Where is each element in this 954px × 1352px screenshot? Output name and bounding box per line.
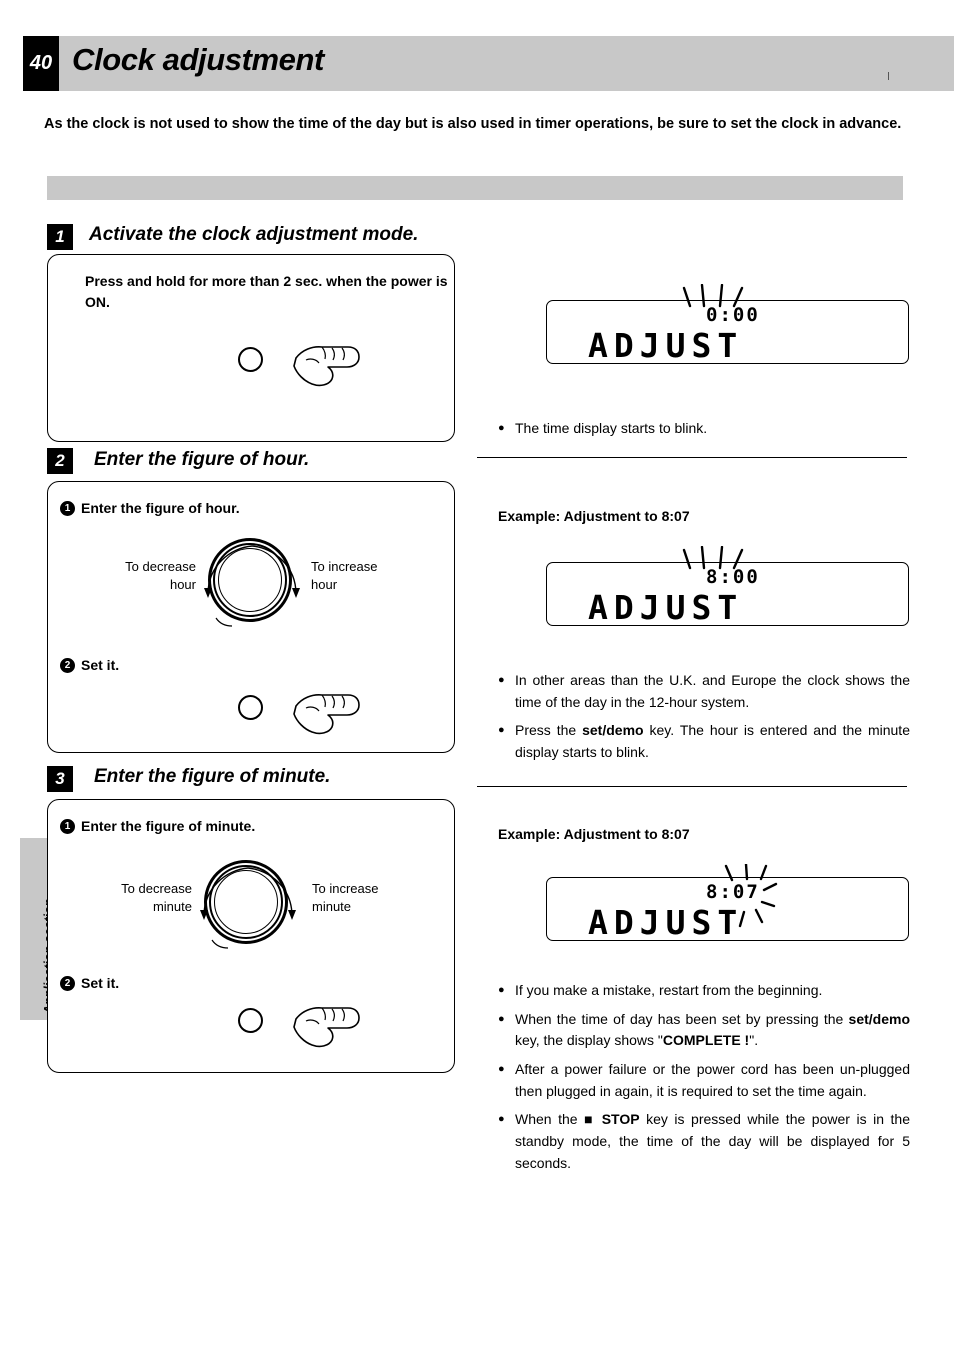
step-1-instruction: Press and hold for more than 2 sec. when…	[85, 273, 448, 310]
step-1-number: 1	[47, 224, 73, 250]
step-2-notes: ● In other areas than the U.K. and Europ…	[498, 670, 910, 767]
substep-1-label: Enter the figure of hour.	[81, 500, 240, 516]
page-number: 40	[29, 52, 53, 74]
step-1-notes: ● The time display starts to blink.	[498, 418, 910, 443]
step-2-example-label: Example: Adjustment to 8:07	[498, 508, 690, 524]
substep-marker-2: 2	[60, 657, 75, 673]
note-item: ● The time display starts to blink.	[498, 418, 910, 440]
note-item: ● When the time of day has been set by p…	[498, 1009, 910, 1052]
set-demo-key-icon[interactable]	[238, 347, 263, 372]
note-item: ● In other areas than the U.K. and Europ…	[498, 670, 910, 713]
knob-increase-hour-label: To increase hour	[311, 559, 378, 592]
substep-marker-1: 1	[60, 500, 75, 516]
knob-rotation-arrows-2	[186, 540, 318, 637]
step-2-adjust-text: ADJUST	[588, 588, 744, 627]
note-text: When the ■ STOP key is pressed while the…	[515, 1111, 910, 1171]
step-2-title: Enter the figure of hour.	[94, 449, 310, 470]
substep-1-label: Enter the figure of minute.	[81, 818, 256, 834]
step-3-title: Enter the figure of minute.	[94, 766, 331, 787]
note-item: ● When the ■ STOP key is pressed while t…	[498, 1109, 910, 1174]
step-1-title: Activate the clock adjustment mode.	[89, 224, 419, 245]
bullet-dot-icon: ●	[498, 674, 505, 686]
note-text: After a power failure or the power cord …	[515, 1061, 910, 1099]
step-2-substep-1: 1 Enter the figure of hour.	[60, 500, 240, 516]
bullet-dot-icon: ●	[498, 1063, 505, 1076]
bullet-dot-icon: ●	[498, 984, 505, 996]
note-text: Press the set/demo key. The hour is ente…	[515, 722, 910, 761]
step-3-substep-1: 1 Enter the figure of minute.	[60, 818, 255, 834]
bullet-dot-icon: ●	[498, 1113, 505, 1126]
step-2-number: 2	[47, 448, 73, 474]
knob-decrease-minute-label: To decrease minute	[121, 881, 192, 914]
pointing-hand-icon	[292, 340, 362, 395]
note-text: When the time of day has been set by pre…	[515, 1010, 910, 1049]
note-text: In other areas than the U.K. and Europe …	[515, 672, 910, 710]
page-title: Clock adjustment	[72, 42, 324, 77]
step-1-time-value: 0:00	[706, 304, 760, 326]
section-divider-band	[47, 176, 903, 200]
set-demo-key-icon-2[interactable]	[238, 695, 263, 720]
step-3-number: 3	[47, 766, 73, 792]
note-text: If you make a mistake, restart from the …	[515, 982, 823, 998]
bullet-dot-icon: ●	[498, 422, 505, 434]
step-3-substep-2: 2 Set it.	[60, 975, 119, 991]
knob-decrease-hour-label: To decrease hour	[125, 559, 196, 592]
substep-marker-2: 2	[60, 975, 75, 991]
header-tick-mark	[888, 72, 889, 80]
substep-marker-1: 1	[60, 818, 75, 834]
step-1-adjust-text: ADJUST	[588, 326, 744, 365]
knob-rotation-arrows-3	[182, 862, 314, 959]
knob-increase-minute-label: To increase minute	[312, 881, 379, 914]
note-item: ● After a power failure or the power cor…	[498, 1059, 910, 1102]
step-2-time-value: 8:00	[706, 566, 760, 588]
bullet-dot-icon: ●	[498, 724, 505, 737]
pointing-hand-icon-3	[292, 1001, 362, 1056]
intro-paragraph: As the clock is not used to show the tim…	[44, 116, 902, 132]
step-3-adjust-text: ADJUST	[588, 903, 744, 942]
bullet-dot-icon: ●	[498, 1012, 505, 1025]
substep-2-label: Set it.	[81, 657, 120, 673]
divider-2	[477, 786, 907, 787]
note-text: The time display starts to blink.	[515, 420, 708, 436]
page-number-box: 40	[23, 36, 59, 91]
substep-2-label: Set it.	[81, 975, 120, 991]
step-3-time-value: 8:07	[706, 881, 760, 903]
note-item: ● Press the set/demo key. The hour is en…	[498, 720, 910, 763]
set-demo-key-icon-3[interactable]	[238, 1008, 263, 1033]
pointing-hand-icon-2	[292, 688, 362, 743]
divider-1	[477, 457, 907, 458]
step-3-example-label: Example: Adjustment to 8:07	[498, 826, 690, 842]
note-item: ● If you make a mistake, restart from th…	[498, 980, 910, 1002]
step-2-substep-2: 2 Set it.	[60, 657, 119, 673]
step-3-notes: ● If you make a mistake, restart from th…	[498, 980, 910, 1178]
